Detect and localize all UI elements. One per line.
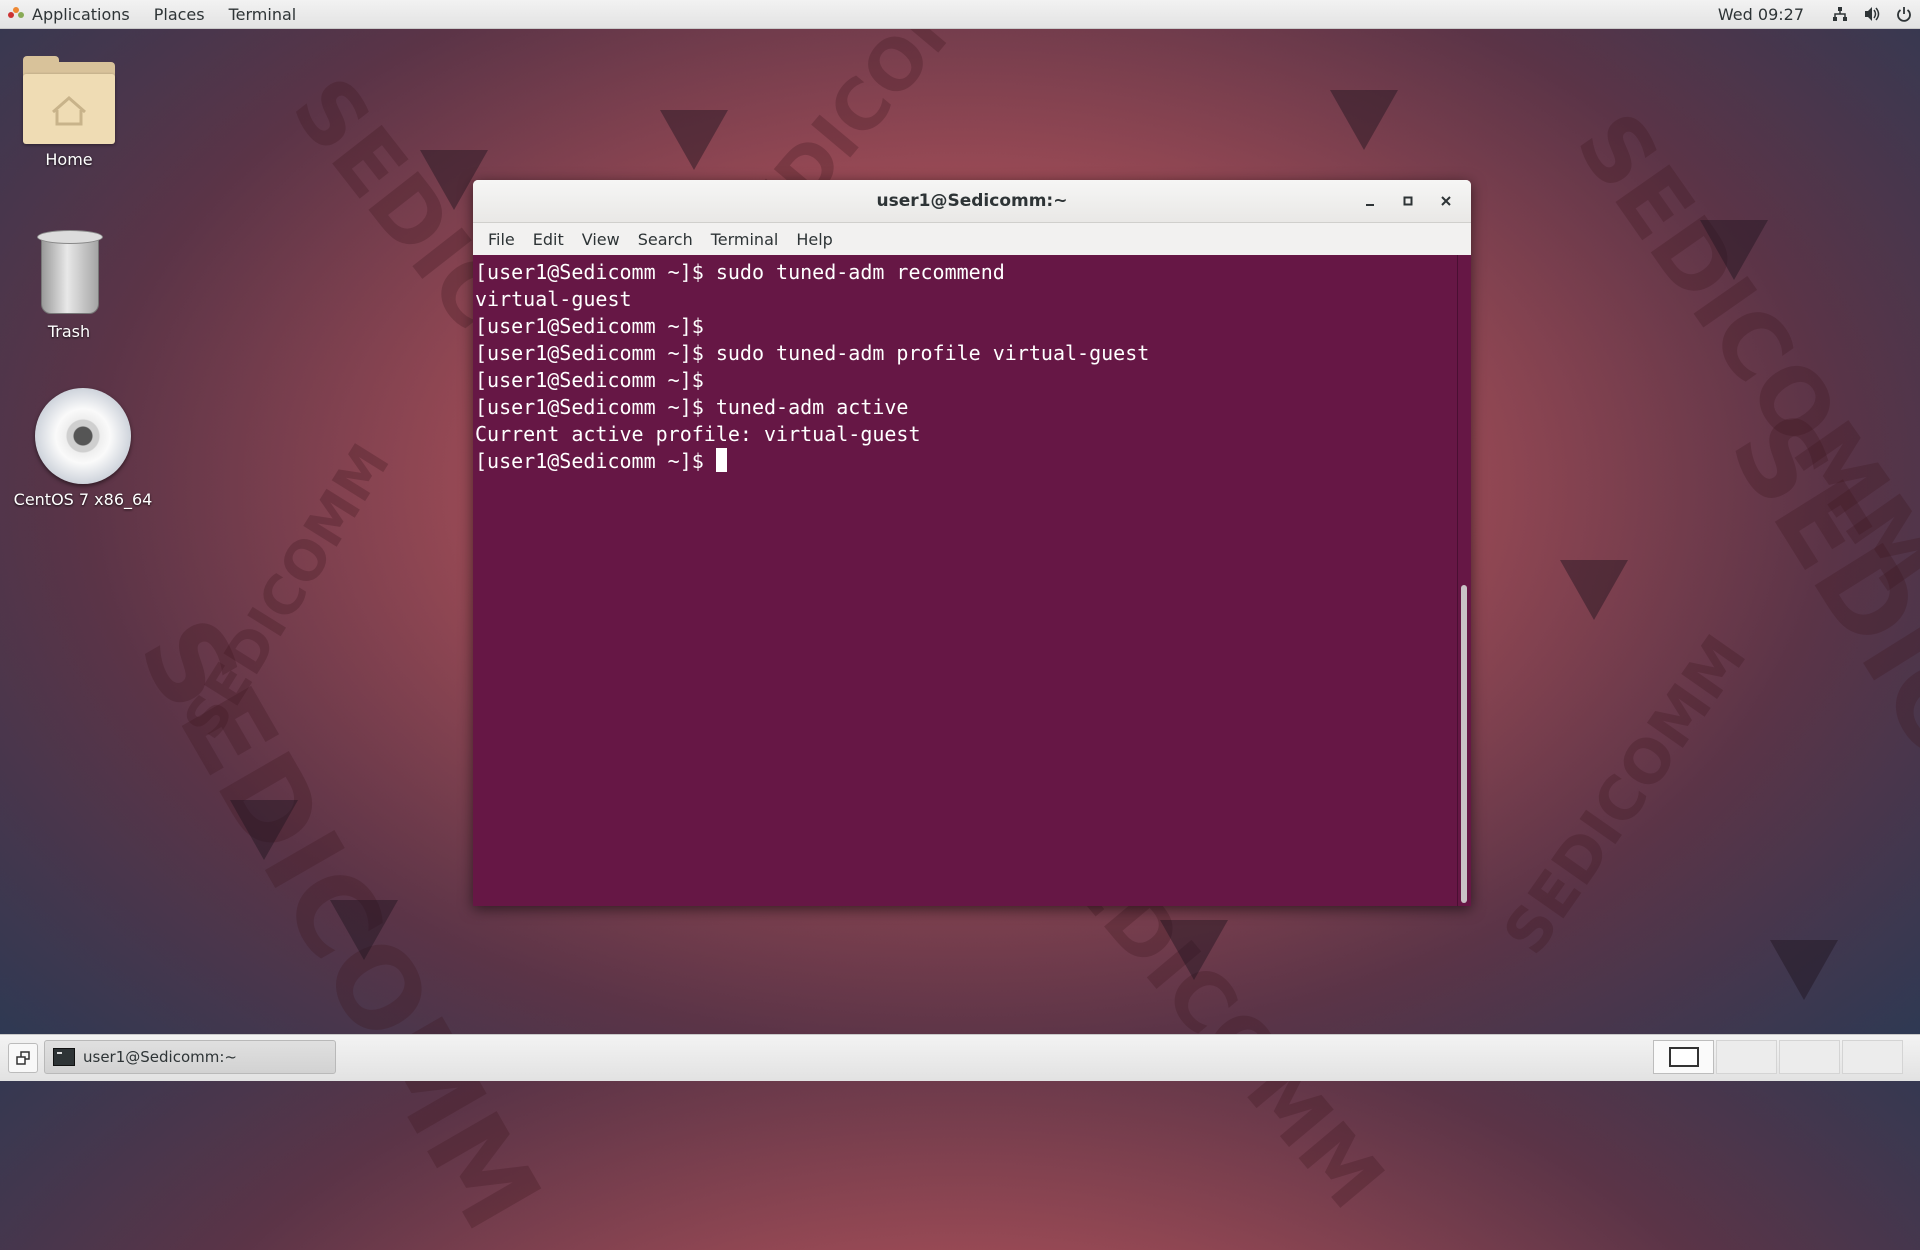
wallpaper-triangle	[1330, 90, 1398, 150]
maximize-button[interactable]	[1389, 185, 1427, 217]
wallpaper-triangle	[1160, 920, 1228, 980]
workspace-3[interactable]	[1779, 1040, 1840, 1074]
wallpaper-text: SEDICOMM	[1490, 623, 1761, 967]
show-desktop-icon	[16, 1051, 30, 1065]
terminal-line: [user1@Sedicomm ~]$ sudo tuned-adm profi…	[475, 341, 1150, 365]
clock[interactable]: Wed 09:27	[1708, 5, 1824, 24]
status-area: Wed 09:27	[1708, 0, 1920, 28]
terminal-menubar: File Edit View Search Terminal Help	[473, 223, 1471, 256]
taskbar-item-label: user1@Sedicomm:~	[83, 1048, 237, 1066]
desktop-icon-trash[interactable]: Trash	[0, 228, 144, 341]
wallpaper-triangle	[1770, 940, 1838, 1000]
workspace-4[interactable]	[1842, 1040, 1903, 1074]
terminal-prompt-line: [user1@Sedicomm ~]$	[475, 448, 1458, 475]
terminal-line: Current active profile: virtual-guest	[475, 422, 921, 446]
wallpaper-triangle	[330, 900, 398, 960]
trash-icon	[37, 228, 103, 316]
workspace-1[interactable]	[1653, 1040, 1714, 1074]
terminal-app-menu[interactable]: Terminal	[217, 0, 309, 28]
applications-label: Applications	[32, 4, 130, 24]
gnome-foot-icon	[8, 6, 24, 22]
terminal-line: [user1@Sedicomm ~]$ sudo tuned-adm recom…	[475, 260, 1005, 284]
wallpaper-triangle	[1700, 220, 1768, 280]
volume-icon[interactable]	[1856, 0, 1888, 28]
menu-view[interactable]: View	[573, 223, 629, 255]
workspace-window-thumb	[1668, 1047, 1699, 1067]
terminal-window[interactable]: user1@Sedicomm:~ File Edit View Search T…	[473, 180, 1471, 906]
terminal-line: [user1@Sedicomm ~]$	[475, 368, 704, 392]
desktop-icon-home[interactable]: Home	[0, 56, 144, 169]
window-title: user1@Sedicomm:~	[876, 191, 1068, 211]
applications-menu[interactable]: Applications	[0, 0, 142, 28]
menu-help[interactable]: Help	[787, 223, 841, 255]
minimize-button[interactable]	[1351, 185, 1389, 217]
taskbar-item-terminal[interactable]: user1@Sedicomm:~	[44, 1040, 336, 1074]
text-cursor	[715, 448, 727, 472]
wallpaper-text: SEDICOMM	[1555, 94, 1920, 611]
power-icon[interactable]	[1888, 0, 1920, 28]
wallpaper-triangle	[1560, 560, 1628, 620]
maximize-icon	[1403, 196, 1413, 206]
workspace-2[interactable]	[1716, 1040, 1777, 1074]
desktop-icon-centos-disc[interactable]: CentOS 7 x86_64	[8, 388, 158, 509]
desktop-icon-label: Home	[45, 150, 93, 169]
terminal-scrollbar[interactable]	[1457, 255, 1471, 906]
menu-terminal[interactable]: Terminal	[702, 223, 788, 255]
network-icon[interactable]	[1824, 0, 1856, 28]
show-desktop-button[interactable]	[8, 1043, 38, 1073]
close-icon	[1441, 196, 1451, 206]
terminal-line: [user1@Sedicomm ~]$	[475, 314, 704, 338]
menu-file[interactable]: File	[479, 223, 524, 255]
scrollbar-thumb[interactable]	[1461, 585, 1467, 903]
minimize-icon	[1366, 204, 1374, 206]
home-folder-icon	[23, 56, 115, 144]
desktop-icon-label: CentOS 7 x86_64	[13, 490, 153, 509]
disc-icon	[35, 388, 131, 484]
desktop-icon-label: Trash	[47, 322, 91, 341]
wallpaper-text: SEDICOMM	[1705, 391, 1920, 1037]
terminal-icon	[53, 1048, 75, 1066]
top-panel: Applications Places Terminal Wed 09:27	[0, 0, 1920, 29]
bottom-panel: user1@Sedicomm:~	[0, 1034, 1920, 1081]
wallpaper-triangle	[230, 800, 298, 860]
menu-search[interactable]: Search	[629, 223, 702, 255]
terminal-prompt: [user1@Sedicomm ~]$	[475, 449, 716, 473]
terminal-line: virtual-guest	[475, 287, 632, 311]
wallpaper-triangle	[660, 110, 728, 170]
menu-edit[interactable]: Edit	[524, 223, 573, 255]
close-button[interactable]	[1427, 185, 1465, 217]
window-titlebar[interactable]: user1@Sedicomm:~	[473, 180, 1471, 223]
places-menu[interactable]: Places	[142, 0, 217, 28]
terminal-output[interactable]: [user1@Sedicomm ~]$ sudo tuned-adm recom…	[473, 255, 1458, 906]
wallpaper-text: SEDICOMM	[171, 433, 402, 750]
terminal-line: [user1@Sedicomm ~]$ tuned-adm active	[475, 395, 909, 419]
